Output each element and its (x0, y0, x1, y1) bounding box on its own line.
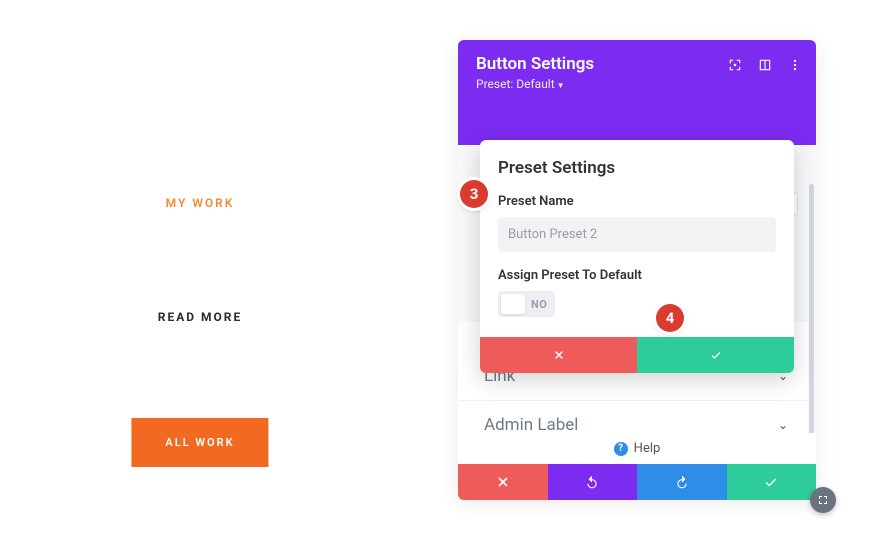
my-work-text: MY WORK (166, 196, 235, 210)
step-badge-3: 3 (460, 180, 488, 208)
panel-header: Button Settings Preset: Default▼ (458, 40, 816, 101)
popup-title: Preset Settings (498, 158, 776, 178)
preset-cancel-button[interactable] (480, 337, 637, 373)
focus-icon[interactable] (728, 58, 742, 72)
panel-action-bar (458, 464, 816, 500)
assign-default-toggle[interactable]: NO (498, 291, 555, 317)
redo-button[interactable] (637, 464, 727, 500)
save-button[interactable] (727, 464, 817, 500)
preset-label: Preset: Default (476, 77, 555, 91)
accordion-label: Admin Label (484, 415, 578, 435)
toggle-knob (501, 294, 525, 314)
preset-confirm-button[interactable] (637, 337, 794, 373)
preset-dropdown[interactable]: Preset: Default▼ (476, 77, 798, 91)
page-preview: MY WORK READ MORE ALL WORK (0, 0, 400, 547)
help-label: Help (634, 441, 661, 456)
close-button[interactable] (458, 464, 548, 500)
panel-tabs-area (458, 101, 816, 145)
button-settings-panel: Button Settings Preset: Default▼ r ⋮ Lin… (458, 40, 816, 500)
preset-settings-popup: Preset Settings Preset Name Assign Prese… (480, 140, 794, 373)
kebab-menu-icon[interactable] (788, 58, 802, 72)
caret-down-icon: ▼ (557, 81, 565, 90)
help-icon: ? (614, 442, 628, 456)
expand-fab[interactable] (810, 487, 836, 513)
undo-button[interactable] (548, 464, 638, 500)
help-link[interactable]: ? Help (458, 433, 816, 464)
preset-name-input[interactable] (498, 217, 776, 252)
step-badge-4: 4 (656, 304, 684, 332)
layout-icon[interactable] (758, 58, 772, 72)
all-work-button[interactable]: ALL WORK (131, 418, 268, 467)
assign-default-label: Assign Preset To Default (498, 268, 776, 283)
chevron-down-icon: ⌄ (778, 418, 788, 432)
preset-name-label: Preset Name (498, 194, 776, 209)
scrollbar[interactable] (809, 184, 814, 434)
toggle-value: NO (531, 298, 547, 311)
read-more-text: READ MORE (158, 310, 243, 324)
